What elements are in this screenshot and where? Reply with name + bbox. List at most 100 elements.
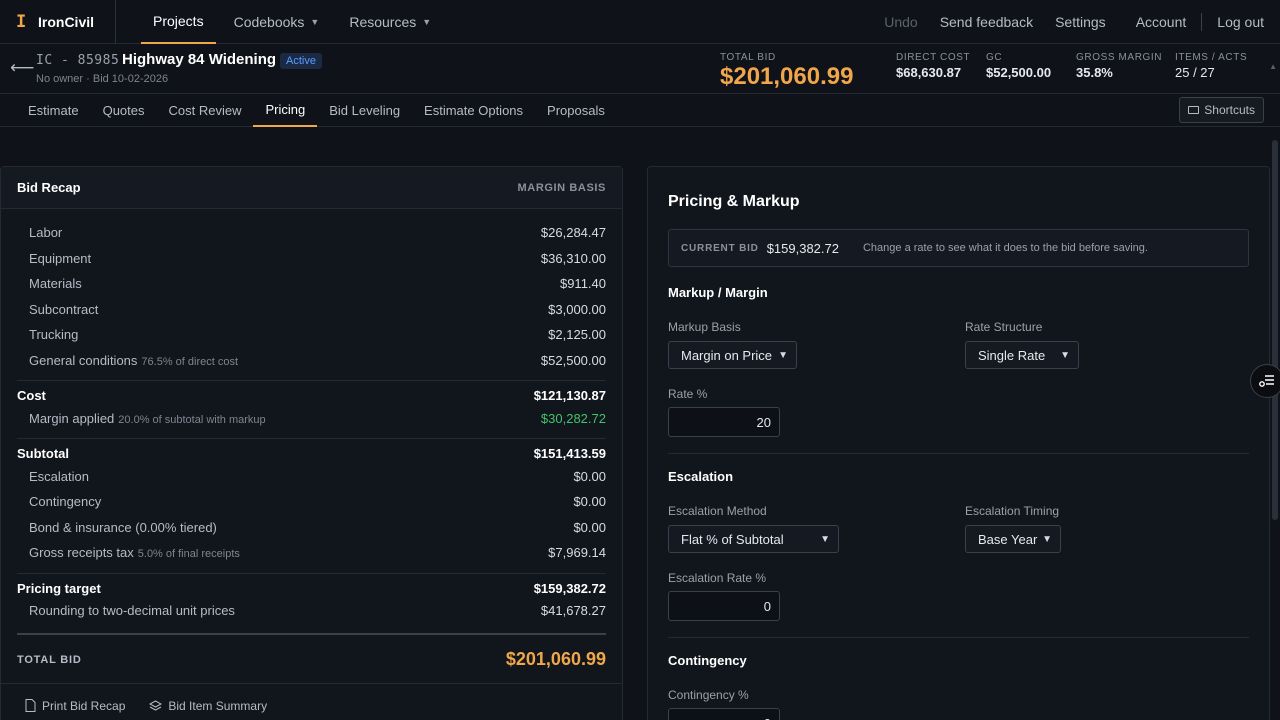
row-value: $0.00 bbox=[573, 494, 606, 509]
brand-name: IronCivil bbox=[38, 13, 95, 30]
nav-resources[interactable]: Resources ▼ bbox=[337, 0, 443, 44]
row-value: $911.40 bbox=[559, 276, 606, 291]
scroll-up-icon[interactable]: ▲ bbox=[1269, 62, 1277, 71]
escalation-rate-label: Escalation Rate % bbox=[668, 571, 767, 585]
current-bid-label: CURRENT BID bbox=[681, 242, 759, 254]
recap-row-labor: Labor $26,284.47 bbox=[17, 225, 606, 240]
stat-value: $68,630.87 bbox=[896, 65, 962, 80]
stat-label: GC bbox=[986, 52, 1003, 63]
bid-recap-header: Bid Recap MARGIN BASIS bbox=[1, 167, 622, 209]
recap-row-rounding: Rounding to two-decimal unit prices $41,… bbox=[17, 603, 606, 618]
recap-row-margin-applied: Margin applied 20.0% of subtotal with mar… bbox=[17, 411, 606, 426]
rate-structure-select[interactable]: Single Rate ▼ bbox=[965, 341, 1079, 369]
brand-logo[interactable]: I IronCivil bbox=[0, 0, 116, 44]
document-icon bbox=[25, 699, 36, 712]
stat-label: TOTAL BID bbox=[720, 52, 776, 63]
recap-row-cost: Cost $121,130.87 bbox=[17, 388, 606, 403]
project-header: ⟵ IC - 85985 Highway 84 Widening Active … bbox=[0, 44, 1280, 94]
tab-bid-leveling[interactable]: Bid Leveling bbox=[317, 94, 412, 127]
row-label: Subtotal bbox=[17, 446, 69, 461]
page-scrollbar[interactable] bbox=[1272, 140, 1278, 520]
section-divider bbox=[668, 637, 1249, 638]
tab-quotes[interactable]: Quotes bbox=[91, 94, 157, 127]
tab-estimate[interactable]: Estimate bbox=[16, 94, 91, 127]
send-feedback-button[interactable]: Send feedback bbox=[929, 14, 1044, 30]
recap-row-trucking: Trucking $2,125.00 bbox=[17, 327, 606, 342]
escalation-method-select[interactable]: Flat % of Subtotal ▼ bbox=[668, 525, 839, 553]
row-value: $26,284.47 bbox=[540, 225, 606, 240]
back-arrow-icon[interactable]: ⟵ bbox=[10, 58, 34, 78]
row-label: Labor bbox=[29, 225, 63, 240]
row-label: Subcontract bbox=[29, 302, 99, 317]
settings-link[interactable]: Settings bbox=[1044, 14, 1117, 30]
undo-button[interactable]: Undo bbox=[873, 14, 928, 30]
row-value: $52,500.00 bbox=[540, 353, 606, 368]
markup-basis-value: Margin on Price bbox=[681, 347, 773, 363]
account-link[interactable]: Account bbox=[1125, 14, 1198, 30]
nav-projects[interactable]: Projects bbox=[141, 0, 216, 44]
rate-label: Rate % bbox=[668, 387, 708, 401]
escalation-rate-input[interactable]: 0 bbox=[668, 591, 780, 621]
keyboard-icon bbox=[1188, 106, 1200, 114]
shortcuts-button[interactable]: Shortcuts bbox=[1179, 97, 1264, 123]
recap-row-pricing-target: Pricing target $159,382.72 bbox=[17, 581, 606, 596]
rate-structure-label: Rate Structure bbox=[965, 320, 1043, 334]
logout-button[interactable]: Log out bbox=[1206, 14, 1264, 30]
markup-basis-label: Markup Basis bbox=[668, 320, 741, 334]
recap-row-contingency: Contingency $0.00 bbox=[17, 494, 606, 509]
row-label: Cost bbox=[17, 388, 46, 403]
total-bid-label: TOTAL BID bbox=[17, 653, 82, 666]
row-label: Bond & insurance (0.00% tiered) bbox=[29, 520, 217, 535]
bid-item-summary-button[interactable]: Bid Item Summary bbox=[149, 699, 267, 713]
row-label: Rounding to two-decimal unit prices bbox=[29, 603, 235, 618]
chevron-down-icon: ▼ bbox=[310, 16, 320, 27]
escalation-timing-value: Base Year bbox=[978, 531, 1038, 547]
rate-structure-value: Single Rate bbox=[978, 347, 1046, 363]
bid-item-summary-label: Bid Item Summary bbox=[168, 698, 268, 713]
escalation-method-label: Escalation Method bbox=[668, 504, 767, 518]
contingency-input[interactable]: 0 bbox=[668, 708, 780, 720]
status-badge: Active bbox=[280, 53, 322, 69]
rate-input[interactable]: 20 bbox=[668, 407, 780, 437]
row-value: $7,969.14 bbox=[548, 545, 606, 560]
bid-recap-panel: Bid Recap MARGIN BASIS Labor $26,284.47 … bbox=[0, 166, 623, 720]
row-label: Margin applied bbox=[29, 411, 115, 426]
project-id: IC - 85985 bbox=[36, 53, 120, 68]
row-label: Escalation bbox=[29, 469, 89, 484]
shortcuts-label: Shortcuts bbox=[1204, 103, 1255, 117]
row-note: 20.0% of subtotal with markup bbox=[118, 414, 266, 426]
divider bbox=[17, 438, 606, 439]
project-subtitle: No owner · Bid 10-02-2026 bbox=[36, 73, 169, 85]
pricing-title: Pricing & Markup bbox=[668, 193, 800, 210]
recap-row-equipment: Equipment $36,310.00 bbox=[17, 251, 606, 266]
stat-value: 35.8% bbox=[1076, 65, 1113, 80]
row-value: $0.00 bbox=[573, 469, 606, 484]
tab-pricing[interactable]: Pricing bbox=[253, 94, 318, 127]
chevron-down-icon: ▼ bbox=[1042, 533, 1052, 545]
print-bid-recap-label: Print Bid Recap bbox=[42, 698, 126, 713]
row-value: $36,310.00 bbox=[540, 251, 606, 266]
current-bid-value: $159,382.72 bbox=[766, 240, 839, 256]
stat-value: $52,500.00 bbox=[986, 65, 1052, 80]
top-nav: I IronCivil Projects Codebooks ▼ Resource… bbox=[0, 0, 1280, 44]
stat-total-bid: TOTAL BID $201,060.99 bbox=[720, 52, 853, 91]
contingency-section-title: Contingency bbox=[668, 653, 747, 668]
filter-menu-button[interactable] bbox=[1250, 364, 1280, 398]
row-label-group: General conditions 76.5% of direct cost bbox=[17, 353, 238, 368]
divider bbox=[17, 380, 606, 381]
tab-cost-review[interactable]: Cost Review bbox=[157, 94, 254, 127]
nav-codebooks[interactable]: Codebooks ▼ bbox=[222, 0, 332, 44]
row-label: Pricing target bbox=[17, 581, 101, 596]
tab-estimate-options[interactable]: Estimate Options bbox=[412, 94, 535, 127]
stat-value: $201,060.99 bbox=[720, 63, 854, 90]
markup-section-title: Markup / Margin bbox=[668, 285, 768, 300]
stat-direct-cost: DIRECT COST $68,630.87 bbox=[896, 52, 970, 80]
recap-row-subtotal: Subtotal $151,413.59 bbox=[17, 446, 606, 461]
total-bid-value: $201,060.99 bbox=[505, 649, 606, 669]
print-bid-recap-button[interactable]: Print Bid Recap bbox=[25, 699, 125, 713]
row-label: General conditions bbox=[29, 353, 138, 368]
markup-basis-select[interactable]: Margin on Price ▼ bbox=[668, 341, 797, 369]
tab-proposals[interactable]: Proposals bbox=[535, 94, 617, 127]
recap-row-materials: Materials $911.40 bbox=[17, 276, 606, 291]
escalation-timing-select[interactable]: Base Year ▼ bbox=[965, 525, 1061, 553]
